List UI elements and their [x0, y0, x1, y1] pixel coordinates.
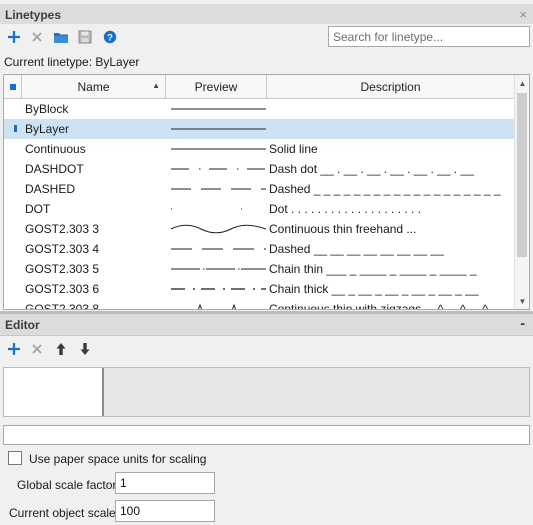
linetype-name: GOST2.303 4: [25, 242, 100, 256]
linetype-preview: [171, 148, 266, 150]
table-row[interactable]: GOST2.303 6 Chain thick __ _ __ _ __ _ __…: [4, 279, 514, 299]
table-row[interactable]: DASHED Dashed _ _ _ _ _ _ _ _ _ _ _ _ _ _…: [4, 179, 514, 199]
linetypes-header: Linetypes ×: [0, 4, 533, 26]
svg-text:?: ?: [107, 33, 113, 44]
linetype-preview: [171, 248, 266, 250]
scroll-up-icon[interactable]: ▲: [515, 75, 529, 91]
column-header-description[interactable]: Description: [267, 75, 514, 99]
linetype-description: Chain thin ___ _ ____ _ ____ _ ____ _: [269, 262, 477, 276]
linetype-preview: [197, 303, 237, 309]
save-icon[interactable]: [75, 27, 95, 47]
linetype-table: Name ▲ Preview Description ByBlock ByLaye…: [3, 74, 530, 310]
plus-icon[interactable]: [4, 27, 24, 47]
linetype-preview: [171, 128, 266, 130]
linetype-preview: [171, 188, 266, 190]
paper-space-checkbox[interactable]: [8, 451, 22, 465]
arrow-up-icon[interactable]: [51, 339, 71, 359]
table-row[interactable]: GOST2.303 8 Continuous thin with zigzags …: [4, 299, 514, 310]
linetype-description: Continuous thin freehand ...: [269, 222, 417, 236]
close-icon[interactable]: ×: [519, 7, 527, 22]
table-row[interactable]: DOT Dot . . . . . . . . . . . . . . . . .…: [4, 199, 514, 219]
linetype-description: Continuous thin with zigzags ... ^ ... ^…: [269, 302, 488, 310]
linetype-preview: [171, 288, 266, 290]
linetype-preview: [170, 224, 267, 234]
table-row[interactable]: DASHDOT Dash dot __ . __ . __ . __ . __ .…: [4, 159, 514, 179]
search-input[interactable]: [328, 26, 530, 47]
linetype-name: GOST2.303 6: [25, 282, 100, 296]
linetype-name: GOST2.303 3: [25, 222, 100, 236]
scroll-thumb[interactable]: [517, 93, 527, 257]
linetype-description: Dashed __ __ __ __ __ __ __ __: [269, 242, 444, 256]
column-header-name[interactable]: Name ▲: [22, 75, 166, 99]
linetype-preview: [171, 268, 266, 270]
pattern-editor: [3, 367, 530, 417]
editor-toolbar: [0, 336, 533, 362]
linetype-name: DASHDOT: [25, 162, 84, 176]
current-row-marker: [14, 125, 17, 132]
linetype-name: ByLayer: [25, 122, 70, 136]
pattern-definition-field[interactable]: [3, 425, 530, 445]
delete-icon[interactable]: [27, 339, 47, 359]
linetype-name: GOST2.303 8: [25, 302, 100, 310]
collapse-icon[interactable]: -: [520, 315, 525, 331]
linetype-name: ByBlock: [25, 102, 69, 116]
arrow-down-icon[interactable]: [75, 339, 95, 359]
paper-space-label: Use paper space units for scaling: [29, 452, 207, 466]
linetype-name: DOT: [25, 202, 51, 216]
table-row[interactable]: GOST2.303 3 Continuous thin freehand ...: [4, 219, 514, 239]
plus-icon[interactable]: [4, 339, 24, 359]
global-scale-input[interactable]: [115, 472, 215, 494]
editor-title: Editor: [5, 318, 40, 332]
scroll-down-icon[interactable]: ▼: [515, 293, 529, 309]
table-header: Name ▲ Preview Description: [4, 75, 514, 99]
object-scale-label: Current object scale:: [9, 506, 120, 520]
select-all-marker[interactable]: [4, 75, 22, 99]
linetype-description: Dot . . . . . . . . . . . . . . . . . . …: [269, 202, 422, 216]
table-row[interactable]: GOST2.303 5 Chain thin ___ _ ____ _ ____ …: [4, 259, 514, 279]
current-linetype-label: Current linetype: ByLayer: [4, 55, 140, 69]
linetype-description: Chain thick __ _ __ _ __ _ __ _ __ _ __: [269, 282, 479, 296]
delete-icon[interactable]: [27, 27, 47, 47]
folder-open-icon[interactable]: [51, 27, 71, 47]
pattern-element-list[interactable]: [4, 368, 104, 416]
global-scale-label: Global scale factor:: [17, 478, 120, 492]
linetype-description: Dashed _ _ _ _ _ _ _ _ _ _ _ _ _ _ _ _ _…: [269, 182, 501, 196]
linetype-name: DASHED: [25, 182, 76, 196]
linetypes-title: Linetypes: [5, 8, 62, 22]
table-row[interactable]: ByBlock: [4, 99, 514, 119]
linetype-preview: [171, 208, 242, 210]
column-header-preview[interactable]: Preview: [166, 75, 267, 99]
table-body: ByBlock ByLayer Continuous Solid line DASHDO…: [4, 99, 514, 310]
vertical-scrollbar[interactable]: ▲ ▼: [514, 75, 529, 309]
object-scale-input[interactable]: [115, 500, 215, 522]
table-row[interactable]: ByLayer: [4, 119, 514, 139]
help-icon[interactable]: ?: [100, 27, 120, 47]
linetype-preview: [171, 168, 265, 170]
editor-header: Editor -: [0, 314, 533, 336]
sort-ascending-icon: ▲: [152, 81, 160, 90]
linetype-description: Dash dot __ . __ . __ . __ . __ . __ . _…: [269, 162, 474, 176]
table-row[interactable]: Continuous Solid line: [4, 139, 514, 159]
table-row[interactable]: GOST2.303 4 Dashed __ __ __ __ __ __ __ _…: [4, 239, 514, 259]
linetype-preview: [171, 108, 266, 110]
linetype-name: Continuous: [25, 142, 86, 156]
linetype-name: GOST2.303 5: [25, 262, 100, 276]
linetype-description: Solid line: [269, 142, 318, 156]
